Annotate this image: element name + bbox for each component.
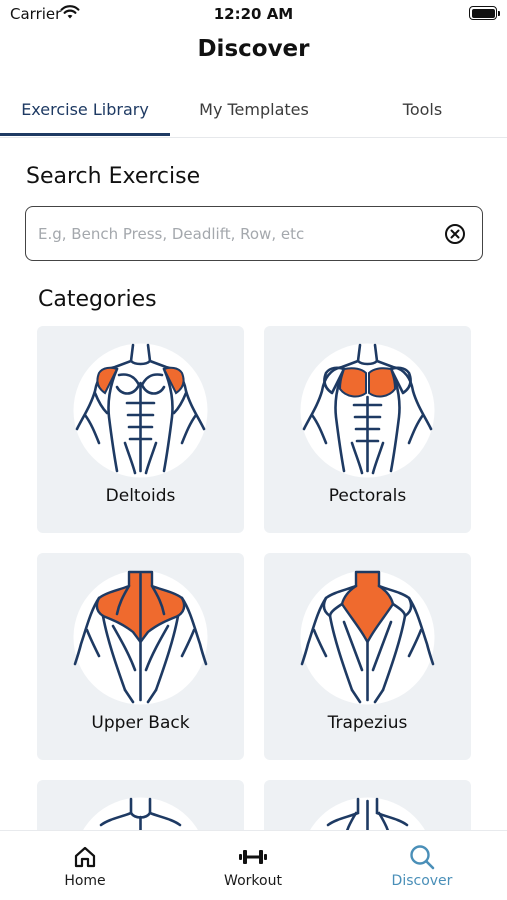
tab-exercise-library[interactable]: Exercise Library bbox=[0, 88, 170, 138]
battery-icon bbox=[469, 6, 500, 20]
category-card-deltoids[interactable]: Deltoids bbox=[37, 326, 244, 533]
clear-search-icon[interactable] bbox=[444, 223, 466, 245]
page-title: Discover bbox=[197, 36, 310, 62]
nav-home[interactable]: Home bbox=[30, 831, 140, 900]
tab-tools[interactable]: Tools bbox=[338, 88, 507, 138]
bottom-nav: Home Workout Discover bbox=[0, 830, 507, 900]
nav-workout-label: Workout bbox=[224, 873, 282, 889]
dumbbell-icon bbox=[239, 850, 267, 864]
trapezius-muscle-icon bbox=[300, 570, 435, 705]
category-card-upper-back[interactable]: Upper Back bbox=[37, 553, 244, 760]
clock: 12:20 AM bbox=[213, 5, 294, 23]
tab-my-templates[interactable]: My Templates bbox=[170, 88, 338, 138]
nav-discover-label: Discover bbox=[391, 873, 453, 889]
category-label: Upper Back bbox=[91, 713, 190, 733]
tab-bar: Exercise Library My Templates Tools bbox=[0, 88, 507, 138]
search-input[interactable] bbox=[38, 219, 438, 249]
categories-title: Categories bbox=[38, 287, 157, 312]
deltoids-muscle-icon bbox=[73, 343, 208, 478]
upper-back-muscle-icon bbox=[73, 570, 208, 705]
category-card-trapezius[interactable]: Trapezius bbox=[264, 553, 471, 760]
nav-discover[interactable]: Discover bbox=[367, 831, 477, 900]
search-field bbox=[25, 206, 483, 261]
category-label: Pectorals bbox=[328, 486, 407, 506]
status-bar: Carrier 12:20 AM bbox=[0, 0, 507, 30]
search-section-title: Search Exercise bbox=[26, 164, 201, 189]
category-label: Deltoids bbox=[105, 486, 176, 506]
nav-home-label: Home bbox=[64, 873, 106, 889]
nav-workout[interactable]: Workout bbox=[198, 831, 308, 900]
category-label: Trapezius bbox=[327, 713, 408, 733]
pectorals-muscle-icon bbox=[300, 343, 435, 478]
search-icon bbox=[410, 845, 435, 870]
category-card-pectorals[interactable]: Pectorals bbox=[264, 326, 471, 533]
home-icon bbox=[74, 846, 96, 868]
active-tab-indicator bbox=[0, 133, 170, 136]
